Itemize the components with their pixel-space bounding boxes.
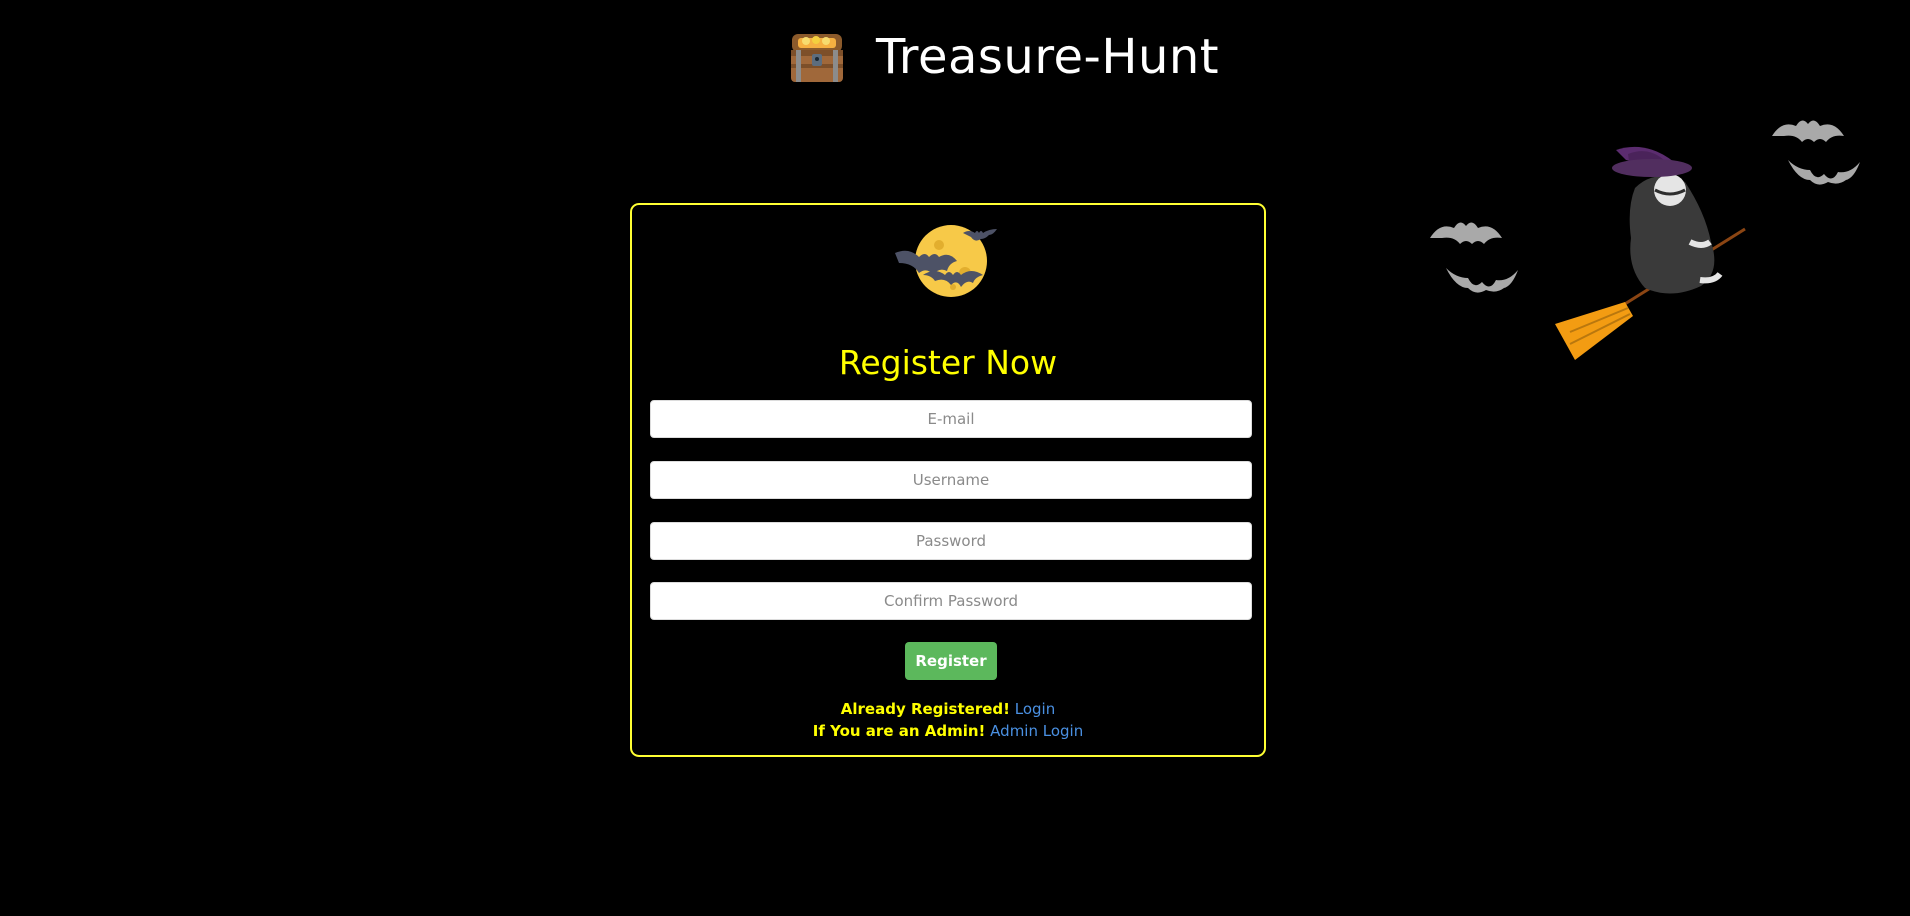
email-field[interactable] — [650, 400, 1252, 438]
page: Treasure-Hunt Register Now E-mail Userna… — [0, 0, 1910, 916]
bat-icon — [1430, 222, 1502, 244]
bat-icon — [1788, 160, 1860, 185]
bat-icon — [1772, 120, 1844, 142]
moon-with-bats-icon — [895, 223, 1005, 303]
admin-login-link[interactable]: Admin Login — [990, 722, 1083, 740]
confirm-password-field[interactable] — [650, 582, 1252, 620]
password-field[interactable] — [650, 522, 1252, 560]
register-button[interactable]: Register — [905, 642, 997, 680]
register-card: Register Now Register Already Registered… — [630, 203, 1266, 757]
witch-illustration — [1420, 92, 1870, 362]
site-header: Treasure-Hunt — [788, 22, 1219, 92]
site-title: Treasure-Hunt — [876, 29, 1220, 85]
admin-text: If You are an Admin! — [812, 722, 986, 740]
username-field[interactable] — [650, 461, 1252, 499]
already-registered-text: Already Registered! — [840, 700, 1010, 718]
bat-icon — [1446, 268, 1518, 293]
admin-login-line: If You are an Admin! Admin Login — [632, 721, 1264, 741]
register-title: Register Now — [838, 343, 1058, 382]
login-link[interactable]: Login — [1015, 700, 1055, 718]
login-line: Already Registered! Login — [632, 699, 1264, 719]
treasure-chest-icon — [788, 28, 846, 86]
